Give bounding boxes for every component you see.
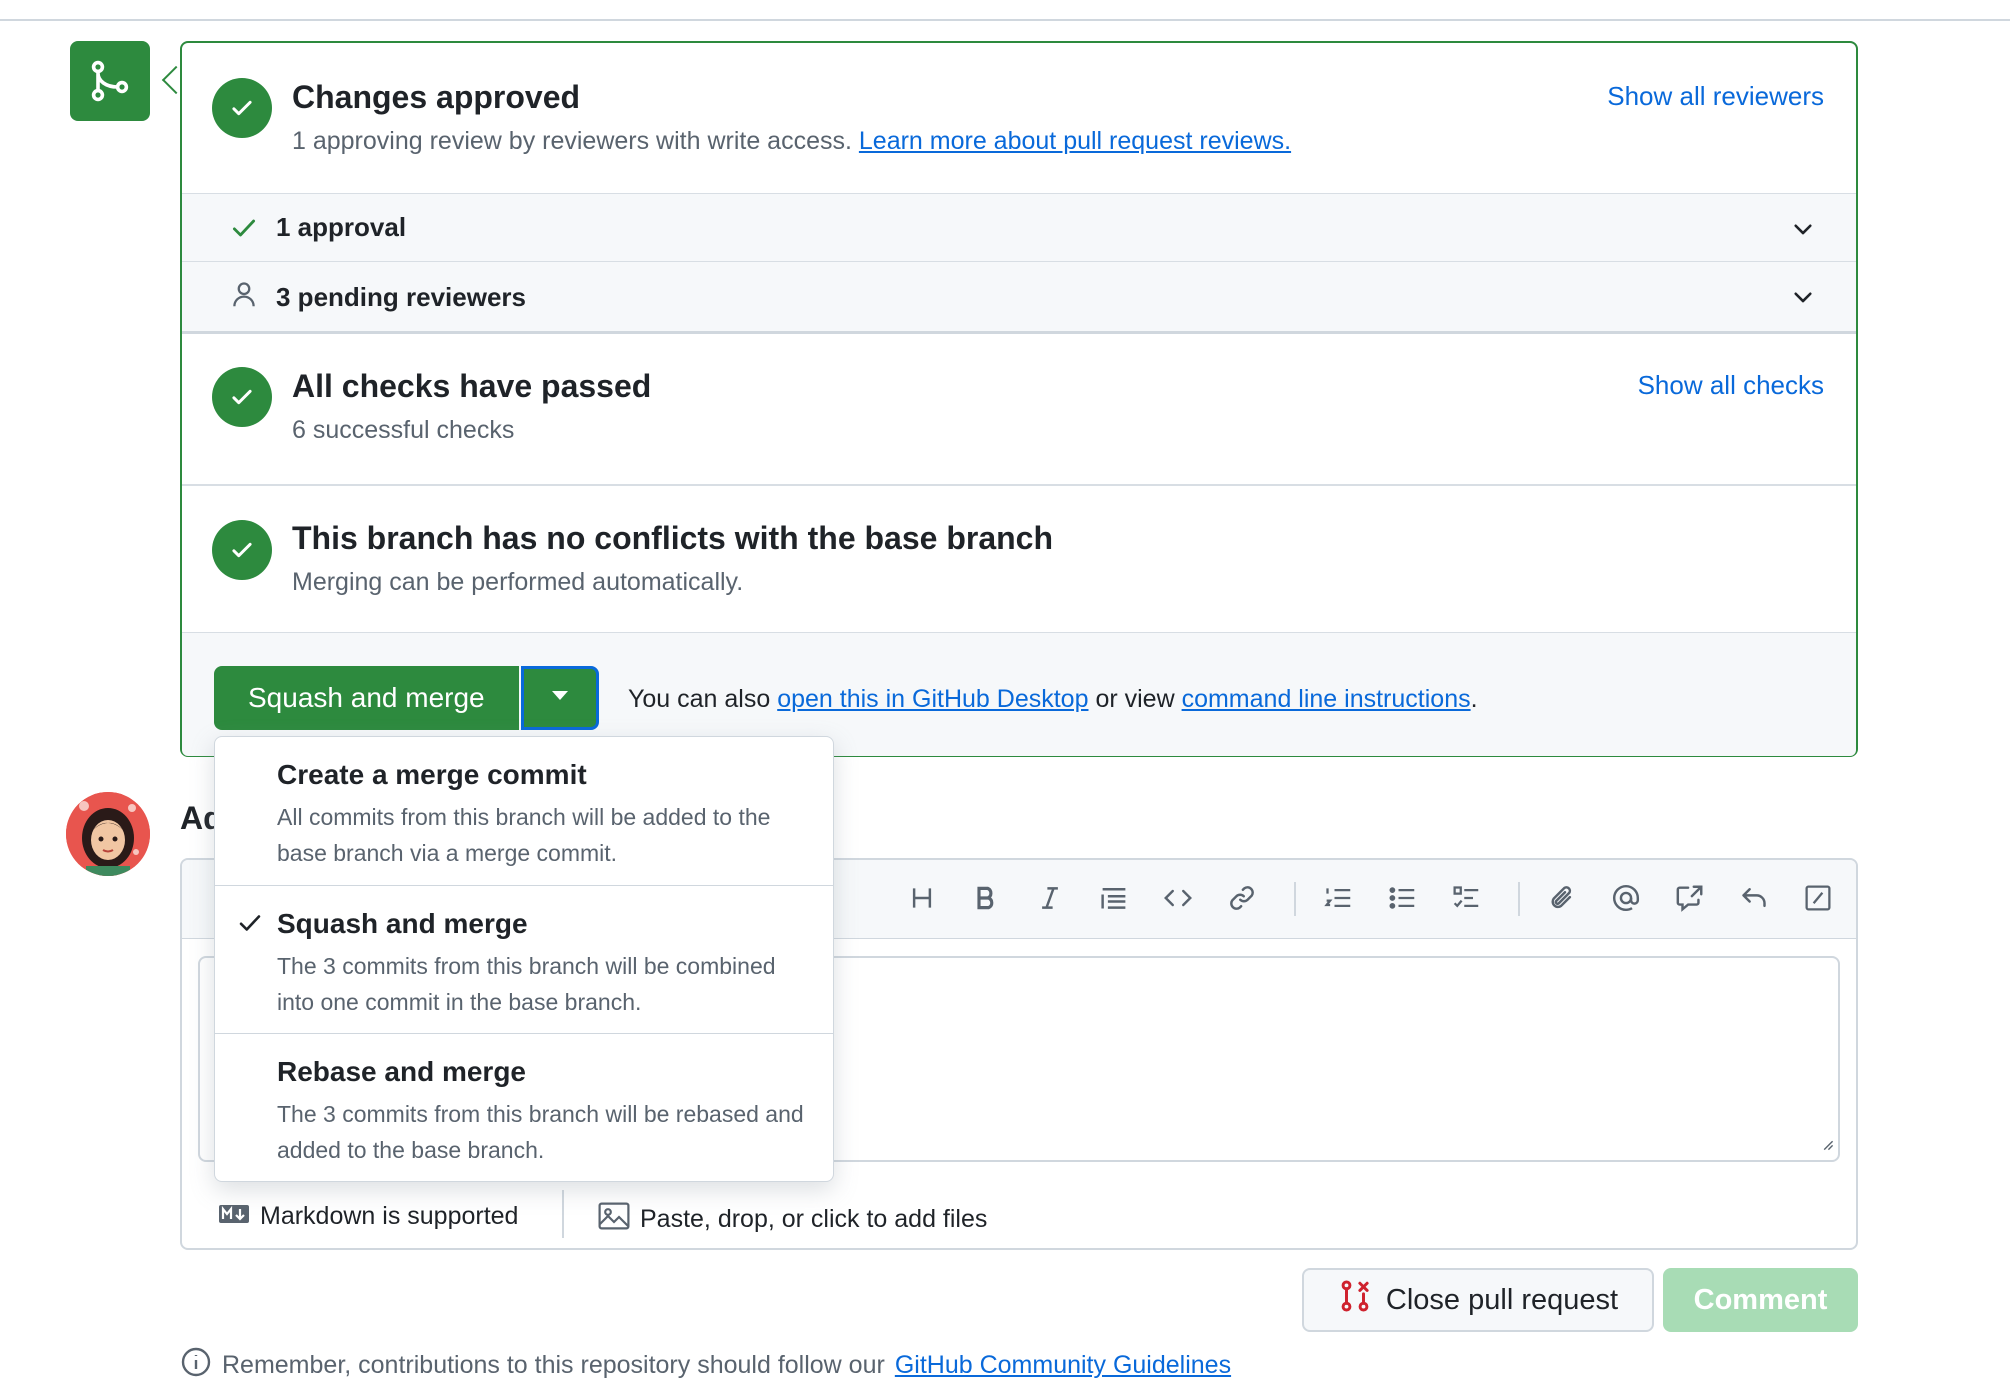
- markdown-supported[interactable]: Markdown is supported: [218, 1202, 518, 1231]
- italic-icon[interactable]: [1032, 880, 1068, 916]
- checks-section: All checks have passed 6 successful chec…: [182, 334, 1856, 484]
- cross-reference-icon[interactable]: [1672, 880, 1708, 916]
- remember-text: Remember, contributions to this reposito…: [222, 1351, 885, 1379]
- period-text: .: [1470, 685, 1478, 713]
- comment-box-footer: Markdown is supported Paste, drop, or cl…: [182, 1180, 1856, 1248]
- merge-button-group: Squash and merge: [214, 666, 599, 730]
- slash-commands-icon[interactable]: [1800, 880, 1836, 916]
- check-circle-icon: [212, 78, 272, 138]
- attach-files[interactable]: Paste, drop, or click to add files: [598, 1202, 987, 1237]
- quote-icon[interactable]: [1096, 880, 1132, 916]
- resize-grip-icon[interactable]: [1820, 1137, 1834, 1156]
- markdown-icon: [218, 1202, 250, 1231]
- command-line-link[interactable]: command line instructions: [1182, 685, 1471, 713]
- review-section: Changes approved 1 approving review by r…: [182, 43, 1856, 193]
- merge-alternatives-text: You can also open this in GitHub Desktop…: [628, 685, 1478, 714]
- task-list-icon[interactable]: [1448, 880, 1484, 916]
- person-icon: [230, 280, 258, 313]
- top-divider: [0, 19, 2010, 21]
- code-icon[interactable]: [1160, 880, 1196, 916]
- pending-reviewers-label: 3 pending reviewers: [276, 282, 526, 312]
- check-icon: [237, 910, 263, 941]
- checks-title: All checks have passed: [292, 368, 652, 404]
- merge-method-dropdown-button[interactable]: [520, 666, 599, 730]
- github-desktop-link[interactable]: open this in GitHub Desktop: [777, 685, 1088, 713]
- conflicts-title: This branch has no conflicts with the ba…: [292, 520, 1054, 556]
- approvals-label: 1 approval: [276, 212, 407, 242]
- reply-icon[interactable]: [1736, 880, 1772, 916]
- merge-method-menu: Create a merge commit All commits from t…: [214, 736, 834, 1182]
- git-pull-request-closed-icon: [1338, 1279, 1372, 1321]
- review-subtitle-text: 1 approving review by reviewers with wri…: [292, 127, 852, 155]
- review-subtitle: 1 approving review by reviewers with wri…: [292, 127, 1291, 156]
- show-all-reviewers-link[interactable]: Show all reviewers: [1607, 81, 1824, 112]
- link-icon[interactable]: [1224, 880, 1260, 916]
- conflicts-subtitle: Merging can be performed automatically.: [292, 568, 744, 596]
- squash-and-merge-button[interactable]: Squash and merge: [214, 666, 519, 730]
- checks-subtitle: 6 successful checks: [292, 416, 515, 444]
- option-title: Squash and merge: [277, 908, 528, 939]
- merge-option-rebase[interactable]: Rebase and merge The 3 commits from this…: [215, 1033, 833, 1181]
- check-icon: [230, 214, 258, 247]
- merge-status-box: Changes approved 1 approving review by r…: [180, 41, 1858, 757]
- chevron-down-icon[interactable]: [1790, 284, 1816, 315]
- attach-label: Paste, drop, or click to add files: [640, 1205, 988, 1233]
- info-icon: [180, 1346, 212, 1385]
- ordered-list-icon[interactable]: [1320, 880, 1356, 916]
- review-title: Changes approved: [292, 79, 581, 115]
- pending-reviewers-row[interactable]: 3 pending reviewers: [182, 261, 1856, 331]
- approvals-row[interactable]: 1 approval: [182, 193, 1856, 261]
- avatar[interactable]: [66, 792, 150, 876]
- community-guidelines-note: Remember, contributions to this reposito…: [180, 1346, 1231, 1385]
- footer-separator: [562, 1190, 564, 1238]
- also-text: You can also: [628, 685, 771, 713]
- option-description: All commits from this branch will be add…: [277, 804, 771, 866]
- toolbar-separator: [1518, 882, 1520, 916]
- image-icon: [598, 1202, 630, 1237]
- close-pull-request-label: Close pull request: [1385, 1283, 1619, 1316]
- option-title: Create a merge commit: [277, 759, 587, 790]
- markdown-label: Markdown is supported: [260, 1202, 519, 1230]
- comment-button[interactable]: Comment: [1663, 1268, 1858, 1332]
- merge-option-merge-commit[interactable]: Create a merge commit All commits from t…: [215, 737, 833, 885]
- option-description: The 3 commits from this branch will be c…: [277, 953, 776, 1015]
- mention-icon[interactable]: [1608, 880, 1644, 916]
- chevron-down-icon[interactable]: [1790, 216, 1816, 247]
- bold-icon[interactable]: [968, 880, 1004, 916]
- git-merge-icon: [70, 41, 150, 121]
- conflicts-section: This branch has no conflicts with the ba…: [182, 486, 1856, 632]
- merge-option-squash[interactable]: Squash and merge The 3 commits from this…: [215, 885, 833, 1033]
- triangle-down-icon: [550, 689, 570, 707]
- paperclip-icon[interactable]: [1544, 880, 1580, 916]
- show-all-checks-link[interactable]: Show all checks: [1638, 370, 1824, 401]
- toolbar-separator: [1294, 882, 1296, 916]
- close-pull-request-button[interactable]: Close pull request: [1302, 1268, 1654, 1332]
- unordered-list-icon[interactable]: [1384, 880, 1420, 916]
- check-circle-icon: [212, 367, 272, 427]
- community-guidelines-link[interactable]: GitHub Community Guidelines: [895, 1351, 1231, 1380]
- or-view-text: or view: [1095, 685, 1175, 713]
- option-description: The 3 commits from this branch will be r…: [277, 1101, 804, 1163]
- learn-more-link[interactable]: Learn more about pull request reviews.: [859, 127, 1291, 155]
- option-title: Rebase and merge: [277, 1056, 526, 1087]
- check-circle-icon: [212, 520, 272, 580]
- heading-icon[interactable]: [904, 880, 940, 916]
